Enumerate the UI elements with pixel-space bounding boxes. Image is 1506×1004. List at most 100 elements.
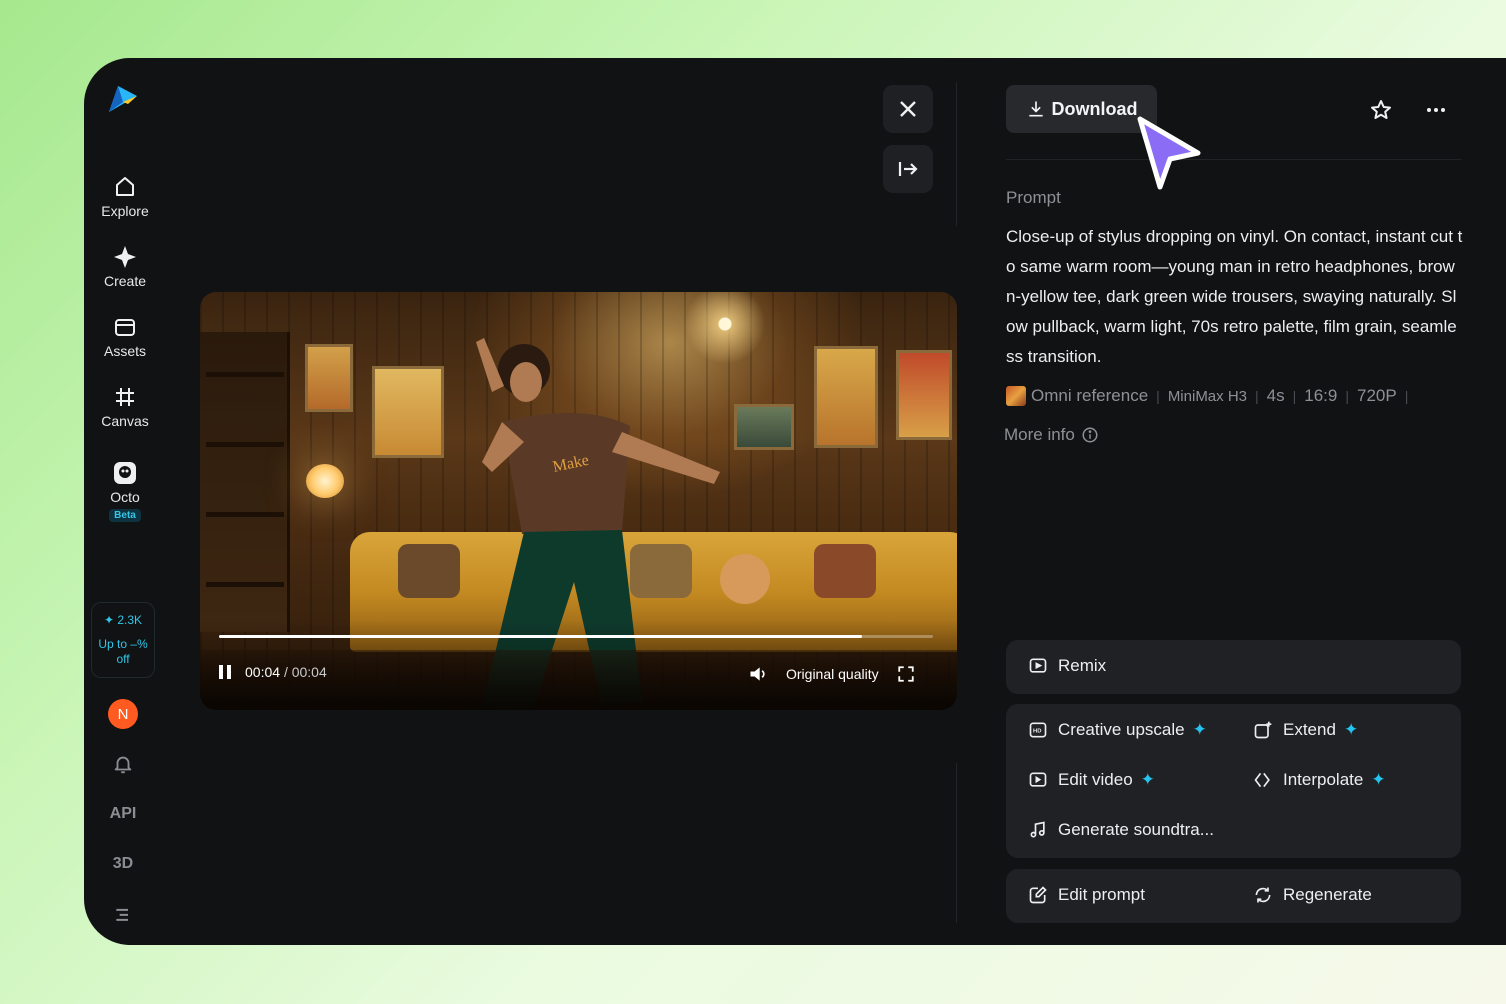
playback-controls: 00:04 / 00:04 [217,664,327,680]
video-frame [398,544,460,598]
close-icon [900,101,916,117]
fullscreen-icon[interactable] [897,665,915,683]
arrow-right-to-line-icon [898,162,918,176]
sidebar-item-canvas[interactable]: Canvas [84,385,166,429]
sidebar-item-label: Create [103,273,147,289]
remix-button[interactable]: Remix [1028,656,1106,676]
video-player[interactable]: Make 00:04 / 00:04 Original quality [200,292,957,710]
creative-upscale-button[interactable]: HD Creative upscale ✦ [1028,720,1207,740]
creative-upscale-label: Creative upscale [1058,720,1185,739]
duration-label: 4s [1266,386,1285,405]
favorite-button[interactable] [1366,95,1396,125]
sidebar-item-octo[interactable]: Octo Beta [84,461,166,522]
regenerate-label: Regenerate [1283,885,1372,904]
prompt-actions-card: Edit prompt Regenerate [1006,869,1461,923]
edit-prompt-label: Edit prompt [1058,885,1145,904]
panel-divider [956,763,957,923]
sidebar-item-create[interactable]: Create [84,245,166,289]
sidebar-item-label: Assets [103,343,146,359]
beta-badge: Beta [109,509,141,522]
bell-icon[interactable] [108,752,138,776]
edit-video-label: Edit video [1058,770,1133,789]
volume-icon[interactable] [748,664,768,684]
info-icon [1082,427,1098,443]
video-frame [814,544,876,598]
tools-card: HD Creative upscale ✦ Extend ✦ Edit vide… [1006,704,1461,858]
octo-icon [114,462,136,484]
resolution-label: 720P [1356,386,1397,405]
sidebar-item-assets[interactable]: Assets [84,315,166,359]
time-current: 00:04 [245,664,281,680]
sidebar-item-label: Canvas [101,413,149,429]
avatar[interactable]: N [108,699,138,729]
close-button[interactable] [883,85,933,133]
folder-icon [115,319,135,336]
promo-line-1: Up to –% [98,637,148,651]
home-icon [116,177,134,196]
pointer-cursor-icon [1137,116,1201,190]
meta-separator: | [1404,388,1409,404]
sparkle-icon: ✦ [103,613,115,627]
model-label: MiniMax H3 [1167,387,1247,405]
more-info-link[interactable]: More info [1004,425,1099,445]
credits-value: 2.3K [117,613,143,627]
meta-separator: | [1292,388,1297,404]
app-logo[interactable] [106,82,140,116]
star-icon [1371,100,1391,119]
edit-icon [1029,886,1047,904]
download-label: Download [1051,98,1138,119]
remix-label: Remix [1058,656,1107,675]
edit-video-icon [1029,772,1047,787]
pause-icon[interactable] [217,664,233,680]
sparkle-icon: ✦ [1343,720,1359,739]
edit-video-button[interactable]: Edit video ✦ [1028,770,1155,790]
more-dots-icon [1427,108,1445,112]
edit-prompt-button[interactable]: Edit prompt [1028,885,1145,905]
credits-promo[interactable]: ✦ 2.3K Up to –% off [91,602,155,678]
3d-link[interactable]: 3D [108,852,138,876]
download-icon [1028,101,1043,117]
generate-soundtrack-button[interactable]: Generate soundtra... [1028,820,1214,840]
meta-separator: | [1345,388,1349,404]
sidebar-item-label: Octo [110,489,140,505]
reference-label[interactable]: Omni reference [1031,386,1148,406]
menu-icon[interactable] [108,902,138,926]
sparkle-icon: ✦ [1371,770,1386,789]
quality-selector[interactable]: Original quality [786,666,879,682]
collapse-panel-button[interactable] [883,145,933,193]
video-frame [200,332,290,632]
time-display: 00:04 / 00:04 [245,664,327,680]
video-frame [814,346,878,448]
music-note-icon [1030,821,1045,838]
time-separator: / [283,664,288,680]
prompt-heading: Prompt [1006,188,1061,207]
canvas-icon [116,388,134,406]
more-info-label: More info [1004,425,1075,444]
video-frame [896,350,952,440]
header-divider [1006,159,1461,160]
reference-thumbnail[interactable] [1006,386,1026,406]
sparkle-icon [114,246,136,268]
promo-line-2: off [116,652,130,666]
generation-meta: Omni reference | MiniMax H3 | 4s | 16:9 … [1006,386,1416,406]
app-window: Explore Create Assets Canvas Octo Beta ✦… [84,58,1506,945]
sparkle-icon: ✦ [1192,720,1207,739]
remix-card: Remix [1006,640,1461,694]
more-options-button[interactable] [1421,95,1451,125]
interpolate-label: Interpolate [1283,770,1364,789]
regenerate-button[interactable]: Regenerate [1253,885,1372,905]
credits-amount: ✦ 2.3K [104,613,142,628]
remix-icon [1029,658,1047,673]
hd-icon: HD [1029,722,1047,738]
video-progress-bar[interactable] [219,635,933,638]
refresh-icon [1255,887,1271,903]
sidebar-item-explore[interactable]: Explore [84,175,166,219]
interpolate-button[interactable]: Interpolate ✦ [1253,770,1386,790]
video-progress-fill [219,635,862,638]
api-link[interactable]: API [108,802,138,826]
extend-button[interactable]: Extend ✦ [1253,720,1358,740]
ratio-label: 16:9 [1304,386,1338,405]
video-frame [306,464,344,498]
video-frame [372,366,444,458]
svg-text:HD: HD [1033,729,1041,735]
